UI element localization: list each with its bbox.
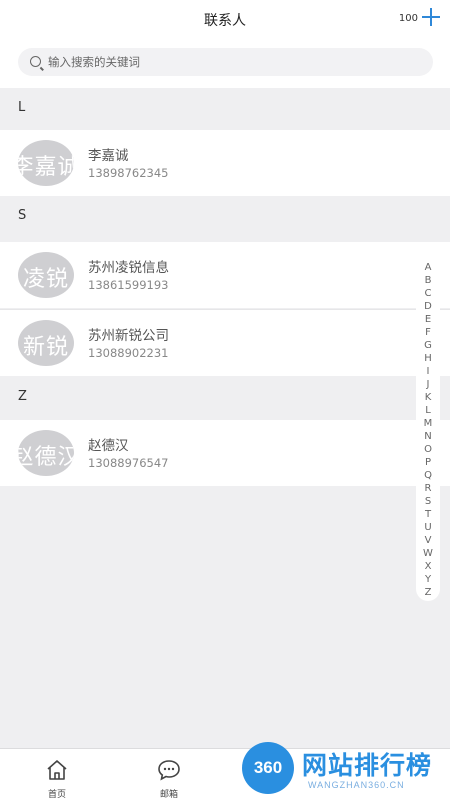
avatar-text: 李嘉诚: [18, 155, 74, 180]
index-letter-l[interactable]: L: [425, 404, 431, 417]
index-letter-r[interactable]: R: [425, 482, 432, 495]
watermark-url: WANGZHAN360.CN: [308, 780, 405, 790]
index-letter-b[interactable]: B: [425, 274, 432, 287]
watermark-badge: 360: [242, 742, 294, 794]
page-title: 联系人: [204, 13, 246, 29]
index-letter-e[interactable]: E: [425, 313, 431, 326]
top-bar: 联系人 100: [0, 0, 450, 42]
avatar-text: 新锐: [22, 335, 69, 360]
section-letter: S: [18, 208, 27, 223]
section-letter: Z: [18, 389, 27, 404]
index-letter-p[interactable]: P: [425, 456, 431, 469]
index-letter-j[interactable]: J: [427, 378, 430, 391]
contact-count: 100: [398, 13, 418, 24]
contact-phone: 13088976547: [88, 456, 169, 470]
index-letter-u[interactable]: U: [424, 521, 431, 534]
index-letter-v[interactable]: V: [425, 534, 432, 547]
contact-item[interactable]: 凌锐 苏州凌锐信息 13861599193: [0, 242, 450, 308]
contact-name: 李嘉诚: [88, 148, 129, 164]
search-box[interactable]: [18, 48, 433, 76]
nav-mail-label: 邮箱: [159, 790, 178, 800]
watermark-text: 网站排行榜: [302, 751, 433, 780]
chat-bubble-icon: [158, 760, 180, 781]
avatar-text: 凌锐: [22, 267, 69, 292]
index-letter-y[interactable]: Y: [425, 573, 431, 586]
search-bar: [0, 42, 450, 88]
index-letter-d[interactable]: D: [424, 300, 432, 313]
index-letter-z[interactable]: Z: [425, 586, 432, 599]
alphabet-index[interactable]: ABCDEFGHIJKLMNOPQRSTUVWXYZ: [416, 258, 440, 601]
avatar: 李嘉诚: [18, 140, 74, 186]
avatar: 凌锐: [18, 252, 74, 298]
avatar: 赵德汉: [18, 430, 74, 476]
index-letter-w[interactable]: W: [423, 547, 433, 560]
index-letter-x[interactable]: X: [425, 560, 432, 573]
index-letter-a[interactable]: A: [425, 261, 432, 274]
index-letter-s[interactable]: S: [425, 495, 431, 508]
contact-name: 苏州凌锐信息: [88, 260, 169, 276]
search-input[interactable]: [48, 48, 418, 76]
index-letter-q[interactable]: Q: [424, 469, 432, 482]
contact-item[interactable]: 李嘉诚 李嘉诚 13898762345: [0, 130, 450, 196]
watermark-logo: 360 网站排行榜 WANGZHAN360.CN: [238, 736, 450, 800]
section-header-l: L: [0, 88, 450, 130]
home-icon: [47, 760, 67, 780]
contact-phone: 13898762345: [88, 166, 169, 180]
contact-item[interactable]: 赵德汉 赵德汉 13088976547: [0, 420, 450, 486]
section-header-s: S: [0, 196, 450, 238]
nav-home-label: 首页: [47, 790, 66, 800]
avatar: 新锐: [18, 320, 74, 366]
section-header-z: Z: [0, 377, 450, 419]
avatar-text: 赵德汉: [18, 445, 74, 470]
index-letter-k[interactable]: K: [425, 391, 432, 404]
index-letter-h[interactable]: H: [424, 352, 432, 365]
search-icon: [30, 56, 41, 67]
index-letter-o[interactable]: O: [424, 443, 432, 456]
index-letter-m[interactable]: M: [424, 417, 433, 430]
contact-phone: 13861599193: [88, 278, 169, 292]
contact-phone: 13088902231: [88, 346, 169, 360]
add-contact-button[interactable]: [422, 8, 440, 26]
index-letter-f[interactable]: F: [425, 326, 431, 339]
nav-home[interactable]: 首页: [27, 755, 87, 800]
contact-item[interactable]: 新锐 苏州新锐公司 13088902231: [0, 310, 450, 376]
section-letter: L: [18, 100, 26, 115]
index-letter-i[interactable]: I: [427, 365, 430, 378]
nav-mail[interactable]: 邮箱: [139, 755, 199, 800]
index-letter-t[interactable]: T: [425, 508, 431, 521]
index-letter-g[interactable]: G: [424, 339, 432, 352]
contact-name: 赵德汉: [88, 438, 129, 454]
contact-name: 苏州新锐公司: [88, 328, 169, 344]
index-letter-c[interactable]: C: [425, 287, 432, 300]
index-letter-n[interactable]: N: [424, 430, 431, 443]
